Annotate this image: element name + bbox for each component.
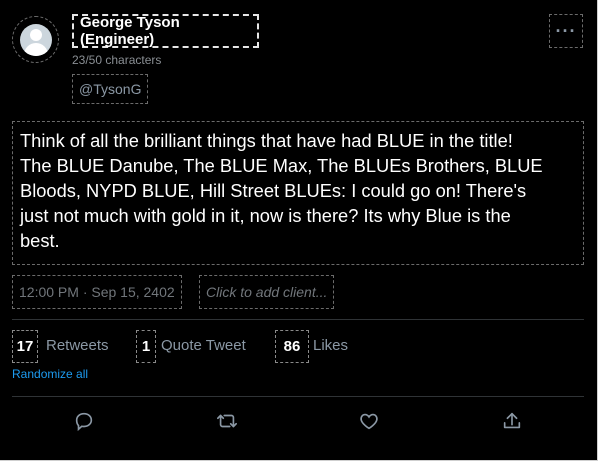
quote-count-field[interactable]: 1 — [136, 330, 156, 363]
likes-label: Likes — [313, 337, 349, 354]
like-button[interactable] — [354, 406, 384, 436]
divider — [12, 319, 584, 320]
divider — [12, 396, 584, 397]
retweet-icon — [217, 414, 237, 428]
like-icon — [360, 413, 378, 430]
more-options-button[interactable]: ··· — [549, 14, 583, 48]
tweet-text-line: just not much with gold in it, now is th… — [20, 205, 511, 226]
handle-field[interactable]: @TysonG — [72, 74, 149, 104]
avatar[interactable] — [12, 16, 59, 63]
randomize-all-link[interactable]: Randomize all — [12, 367, 88, 381]
character-counter: 23/50 characters — [72, 53, 162, 67]
more-icon: ··· — [555, 20, 577, 41]
tweet-text-line: The BLUE Danube, The BLUE Max, The BLUEs… — [20, 155, 543, 176]
reply-button[interactable] — [69, 406, 99, 436]
retweet-count-field[interactable]: 17 — [12, 330, 38, 363]
client-field[interactable]: Click to add client... — [199, 275, 335, 309]
quote-tweet-label: Quote Tweet — [161, 337, 246, 354]
like-count-field[interactable]: 86 — [275, 330, 309, 363]
tweet-text-line: Bloods, NYPD BLUE, Hill Street BLUEs: I … — [20, 180, 527, 201]
timestamp-field[interactable]: 12:00 PM · Sep 15, 2402 — [12, 275, 182, 309]
tweet-text-line: Think of all the brilliant things that h… — [20, 130, 513, 151]
tweet-card: George Tyson (Engineer) 23/50 characters… — [0, 0, 598, 461]
tweet-text-line: best. — [20, 230, 60, 251]
share-icon — [503, 412, 521, 429]
display-name-field[interactable]: George Tyson (Engineer) — [72, 14, 259, 48]
reply-icon — [75, 412, 93, 432]
default-avatar-icon — [19, 23, 52, 56]
retweet-button[interactable] — [212, 406, 242, 436]
tweet-text-field[interactable]: Think of all the brilliant things that h… — [12, 121, 584, 265]
share-button[interactable] — [497, 406, 527, 436]
retweets-label: Retweets — [46, 337, 109, 354]
